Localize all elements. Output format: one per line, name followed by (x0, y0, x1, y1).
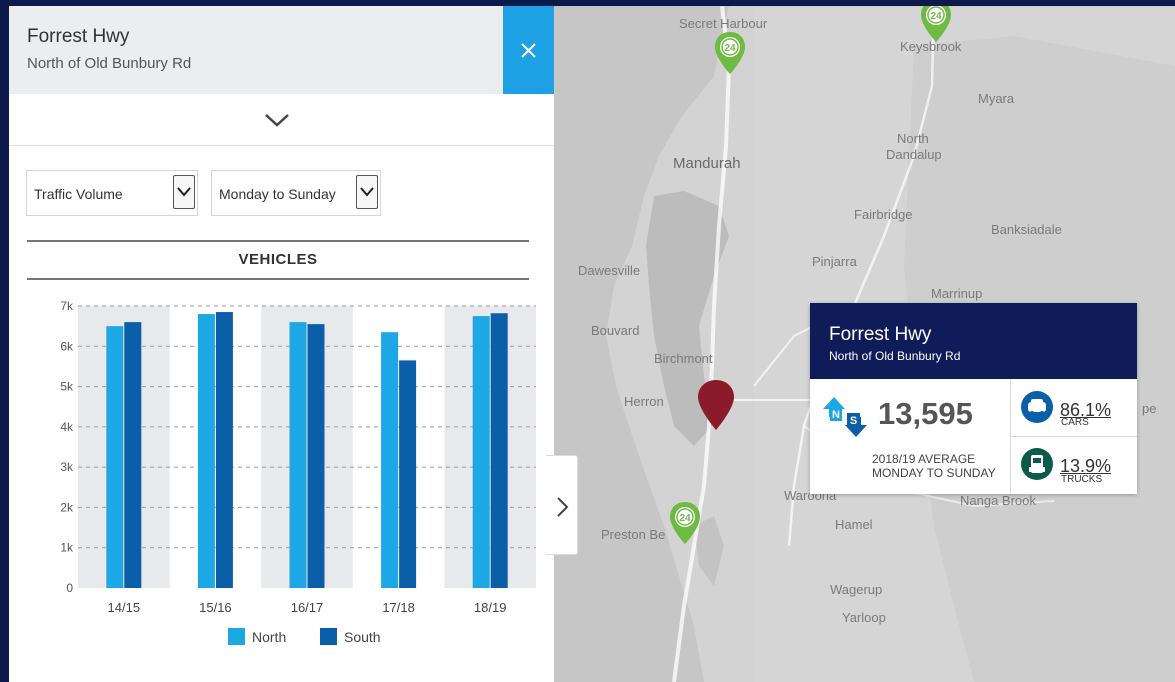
count-station-pin[interactable]: 24 (667, 500, 703, 546)
location-info-card[interactable]: Forrest Hwy North of Old Bunbury Rd N S … (810, 303, 1137, 494)
collapse-toggle[interactable] (9, 94, 554, 146)
y-tick-label: 0 (66, 581, 73, 595)
average-period-line1: 2018/19 AVERAGE (872, 452, 976, 466)
place-partial-label: pe (1142, 401, 1157, 416)
place-myara: Myara (978, 91, 1015, 106)
bar-north-15-16 (197, 314, 215, 588)
section-rule (27, 278, 529, 280)
direction-n-label: N (832, 409, 840, 421)
truck-icon (1021, 448, 1053, 480)
legend-swatch-south (320, 628, 337, 645)
y-tick-label: 4k (60, 420, 74, 434)
y-tick-label: 5k (60, 380, 74, 394)
x-tick-label: 18/19 (474, 600, 507, 615)
days-select[interactable]: Monday to Sunday (211, 170, 381, 216)
y-tick-label: 1k (60, 541, 74, 555)
legend-swatch-north (228, 628, 245, 645)
chart-column-band (444, 306, 536, 588)
place-birchmont: Birchmont (654, 351, 713, 366)
place-dawesville: Dawesville (578, 263, 641, 278)
card-subtitle: North of Old Bunbury Rd (829, 349, 961, 363)
y-tick-label: 6k (60, 339, 74, 353)
bar-south-15-16 (215, 312, 233, 588)
location-panel: Forrest Hwy North of Old Bunbury Rd Traf… (9, 6, 554, 682)
place-preston-beach: Preston Be (601, 527, 666, 542)
cars-label: CARS (1061, 417, 1089, 428)
chart-column-band (78, 306, 170, 588)
place-north-dandalup-line2: Dandalup (886, 147, 942, 162)
place-nanga-brook: Nanga Brook (960, 493, 1036, 508)
pin-label: 24 (724, 43, 736, 54)
chevron-down-icon (360, 187, 374, 197)
metric-select-arrow[interactable] (173, 175, 195, 209)
count-station-pin[interactable]: 24 (712, 30, 748, 76)
chevron-down-icon (265, 114, 289, 127)
card-title: Forrest Hwy (829, 324, 932, 345)
x-tick-label: 17/18 (382, 600, 415, 615)
section-rule (27, 240, 529, 242)
selected-location-marker[interactable] (694, 376, 814, 436)
bar-south-17-18 (399, 360, 417, 588)
panel-expand-button[interactable] (546, 455, 578, 555)
bar-north-16-17 (289, 322, 307, 588)
bar-north-17-18 (381, 332, 399, 588)
north-south-direction-icon: N S (823, 397, 867, 437)
chevron-down-icon (177, 187, 191, 197)
days-select-arrow[interactable] (356, 175, 378, 209)
pin-label: 24 (930, 11, 942, 22)
place-bouvard: Bouvard (591, 323, 640, 338)
metric-select[interactable]: Traffic Volume (26, 170, 198, 216)
bar-south-16-17 (307, 324, 325, 588)
section-title: VEHICLES (238, 251, 318, 268)
y-tick-label: 3k (60, 460, 74, 474)
metric-select-value: Traffic Volume (34, 186, 123, 202)
count-station-pin[interactable]: 24 (918, 6, 954, 44)
card-header: Forrest Hwy North of Old Bunbury Rd (810, 303, 1137, 379)
y-tick-label: 7k (60, 299, 74, 313)
place-yarloop: Yarloop (842, 610, 886, 625)
legend-label-north: North (252, 629, 286, 645)
place-north-dandalup-line1: North (897, 131, 929, 146)
pin-label: 24 (679, 513, 691, 524)
place-banksiadale: Banksiadale (991, 222, 1062, 237)
bar-north-14-15 (106, 326, 124, 588)
place-marrinup: Marrinup (931, 286, 983, 301)
place-mandurah: Mandurah (673, 155, 741, 172)
card-divider (1010, 436, 1137, 437)
trucks-label: TRUCKS (1061, 474, 1103, 485)
place-fairbridge: Fairbridge (854, 207, 913, 222)
days-select-value: Monday to Sunday (219, 186, 336, 202)
chevron-right-icon (557, 497, 569, 517)
bar-north-18-19 (472, 316, 490, 588)
panel-title: Forrest Hwy (27, 26, 130, 47)
average-period-line2: MONDAY TO SUNDAY (872, 466, 996, 480)
close-button[interactable] (503, 6, 554, 94)
x-tick-label: 16/17 (291, 600, 324, 615)
legend-label-south: South (344, 629, 381, 645)
direction-s-label: S (850, 415, 857, 427)
y-tick-label: 2k (60, 500, 74, 514)
place-hamel: Hamel (835, 517, 873, 532)
window-frame-left (0, 0, 9, 682)
place-pinjarra: Pinjarra (812, 254, 857, 269)
close-icon (521, 43, 536, 58)
vehicles-bar-chart: 0 1k 2k 3k 4k 5k 6k 7k 14/15 15/16 16/17 17/18 18/19… (60, 299, 536, 645)
average-vehicle-count: 13,595 (878, 396, 973, 431)
place-wagerup: Wagerup (830, 582, 883, 597)
x-tick-label: 15/16 (199, 600, 232, 615)
place-secret-harbour: Secret Harbour (679, 16, 768, 31)
panel-header: Forrest Hwy North of Old Bunbury Rd (9, 6, 503, 94)
chart-column-band (261, 306, 353, 588)
bar-south-14-15 (124, 322, 142, 588)
place-herron: Herron (624, 394, 664, 409)
car-icon (1021, 391, 1053, 423)
bar-south-18-19 (490, 313, 508, 588)
panel-subtitle: North of Old Bunbury Rd (27, 55, 192, 72)
x-tick-label: 14/15 (108, 600, 141, 615)
